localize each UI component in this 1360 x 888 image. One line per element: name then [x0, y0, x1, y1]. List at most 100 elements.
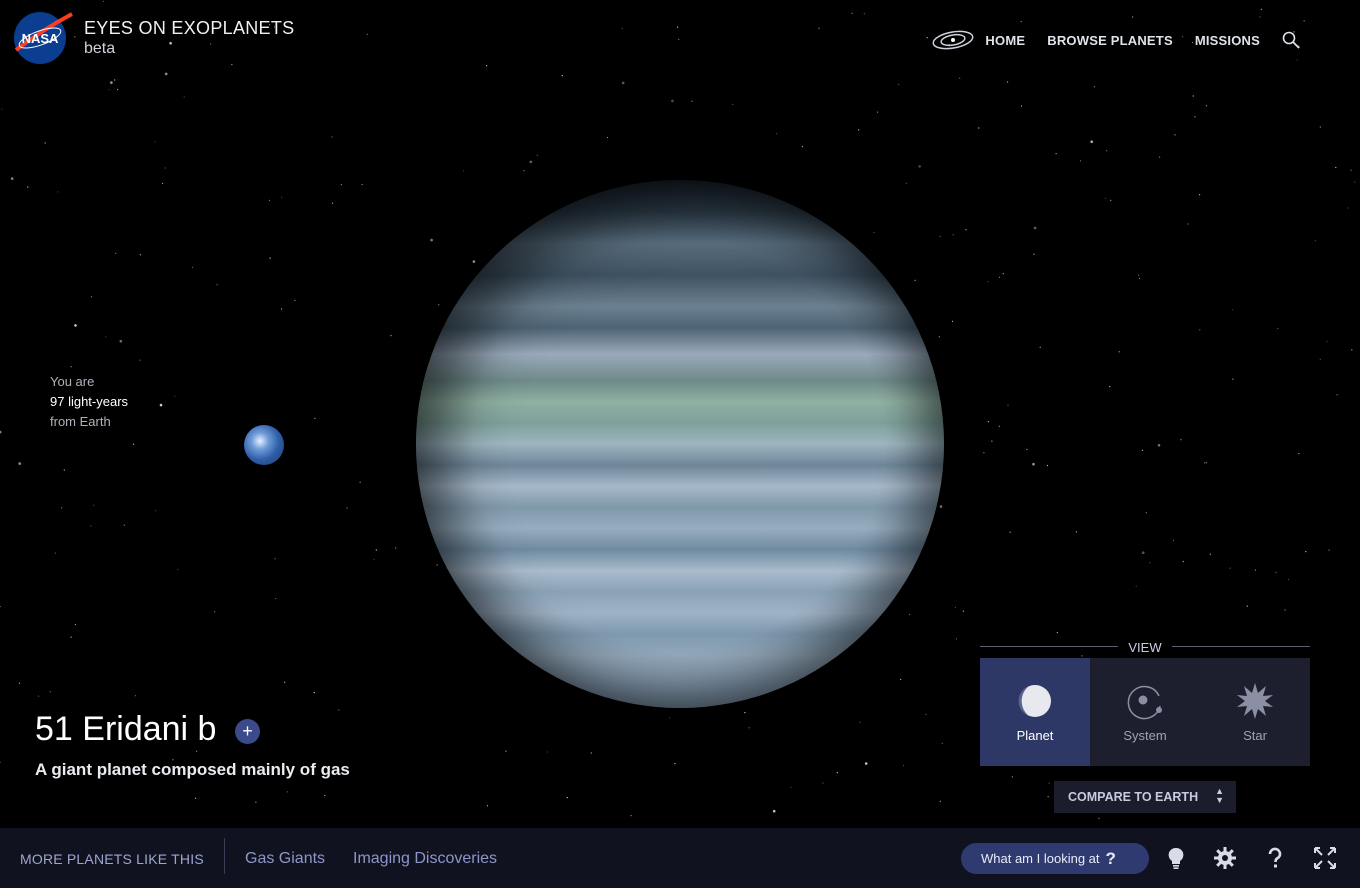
star-dot: [1335, 166, 1337, 169]
star-dot: [1314, 240, 1316, 242]
star-dot: [1033, 226, 1037, 230]
star-dot: [1205, 462, 1207, 464]
star-dot: [909, 613, 911, 616]
star-dot: [196, 750, 198, 752]
star-dot: [216, 284, 218, 286]
help-icon[interactable]: [1263, 846, 1287, 870]
star-dot: [1298, 453, 1300, 455]
app-title[interactable]: EYES ON EXOPLANETS: [84, 18, 294, 39]
star-dot: [119, 339, 123, 343]
star-dot: [914, 279, 916, 281]
star-dot: [1141, 449, 1143, 451]
star-dot: [1328, 549, 1330, 551]
star-dot: [281, 308, 283, 310]
view-system-label: System: [1123, 727, 1167, 743]
star-dot: [1209, 553, 1211, 555]
star-dot: [978, 127, 980, 129]
star-dot: [162, 182, 164, 185]
star-dot: [314, 417, 316, 419]
star-dot: [1159, 156, 1161, 158]
star-dot: [57, 191, 59, 193]
add-planet-button[interactable]: +: [235, 719, 260, 744]
search-icon[interactable]: [1282, 31, 1300, 49]
link-imaging-discoveries[interactable]: Imaging Discoveries: [353, 850, 497, 868]
star-dot: [1093, 86, 1095, 88]
galaxy-icon: [932, 30, 974, 50]
star-dot: [1246, 605, 1248, 607]
star-dot: [732, 103, 734, 105]
star-dot: [1199, 194, 1201, 196]
nasa-logo[interactable]: NASA: [12, 10, 74, 66]
star-dot: [965, 229, 967, 231]
nav-missions[interactable]: MISSIONS: [1195, 33, 1260, 48]
star-dot: [903, 764, 905, 767]
star-dot: [346, 507, 348, 509]
star-dot: [1, 108, 3, 110]
view-planet-label: Planet: [1016, 727, 1054, 743]
star-dot: [1138, 277, 1141, 280]
star-view-icon: [1237, 682, 1273, 719]
star-dot: [108, 89, 110, 91]
distance-prefix: You are: [50, 374, 95, 389]
star-dot: [1106, 150, 1108, 152]
nasa-logo-text: NASA: [22, 31, 59, 46]
star-dot: [671, 99, 674, 103]
star-dot: [898, 83, 900, 86]
star-dot: [1098, 817, 1100, 819]
star-dot: [1172, 539, 1175, 542]
nav-home[interactable]: HOME: [985, 33, 1025, 48]
star-dot: [939, 800, 941, 802]
star-dot: [1009, 531, 1011, 533]
what-am-i-looking-at-button[interactable]: What am I looking at ?: [961, 843, 1149, 874]
star-dot: [566, 797, 568, 799]
what-button-label: What am I looking at: [981, 851, 1100, 866]
link-gas-giants[interactable]: Gas Giants: [245, 850, 325, 868]
star-dot: [274, 558, 276, 560]
view-panel: VIEW Planet System Star: [980, 636, 1310, 766]
star-dot: [505, 750, 507, 752]
star-dot: [1145, 512, 1147, 514]
star-dot: [1011, 776, 1013, 778]
star-dot: [70, 636, 72, 638]
star-dot: [486, 805, 489, 807]
star-dot: [1141, 551, 1145, 554]
star-dot: [939, 505, 943, 508]
star-dot: [1305, 551, 1307, 553]
star-dot: [1135, 585, 1137, 587]
select-arrows-icon: ▲ ▼: [1215, 786, 1224, 805]
star-dot: [1204, 462, 1206, 464]
star-dot: [1180, 439, 1182, 441]
fullscreen-icon[interactable]: [1313, 846, 1337, 870]
star-dot: [938, 336, 940, 338]
star-dot: [194, 797, 197, 799]
star-dot: [955, 638, 958, 640]
lightbulb-icon[interactable]: [1164, 846, 1188, 870]
star-dot: [1319, 126, 1321, 128]
star-dot: [390, 335, 392, 337]
compare-to-earth-select[interactable]: COMPARE TO EARTH ▲ ▼: [1054, 781, 1236, 813]
star-dot: [340, 184, 342, 186]
star-dot: [74, 324, 77, 327]
star-dot: [117, 88, 119, 91]
star-dot: [1032, 462, 1035, 466]
star-dot: [139, 254, 141, 256]
star-dot: [1138, 274, 1140, 276]
star-dot: [546, 751, 548, 753]
star-dot: [155, 510, 157, 512]
earth-image[interactable]: [244, 425, 284, 465]
star-dot: [183, 96, 185, 98]
star-dot: [900, 678, 902, 681]
view-star-button[interactable]: Star: [1200, 658, 1310, 766]
star-dot: [1104, 197, 1106, 199]
view-planet-button[interactable]: Planet: [980, 658, 1090, 766]
star-dot: [836, 772, 838, 774]
star-dot: [268, 199, 270, 201]
view-system-button[interactable]: System: [1090, 658, 1200, 766]
gear-icon[interactable]: [1213, 846, 1237, 870]
star-dot: [1326, 340, 1328, 343]
star-dot: [859, 721, 861, 723]
planet-render[interactable]: [416, 180, 944, 708]
star-dot: [1275, 571, 1277, 574]
star-dot: [93, 504, 95, 506]
nav-browse-planets[interactable]: BROWSE PLANETS: [1047, 33, 1173, 48]
